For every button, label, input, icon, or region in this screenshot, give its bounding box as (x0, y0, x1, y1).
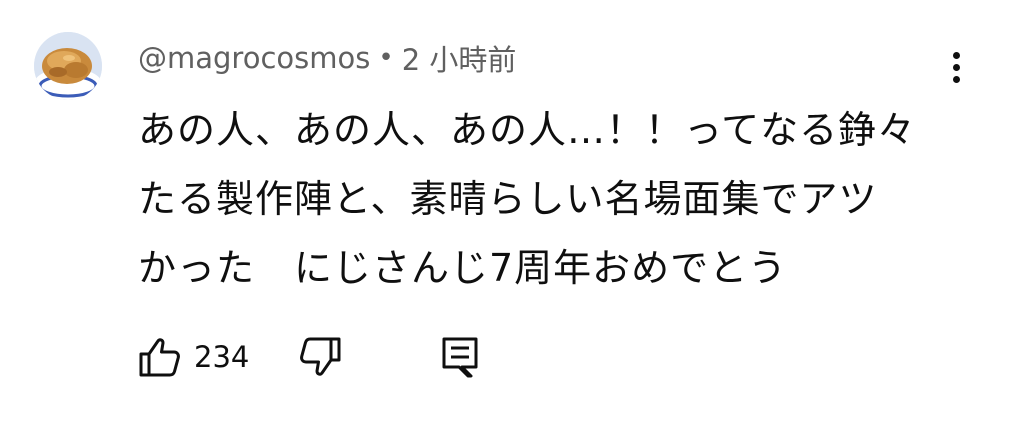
avatar-image (34, 32, 102, 100)
thumbs-down-icon (300, 337, 341, 376)
reply-button[interactable] (440, 332, 480, 382)
comment-item: @magrocosmos • 2 小時前 あの人、あの人、あの人…！！ってなる錚… (0, 0, 1024, 438)
comment-time[interactable]: 2 小時前 (402, 37, 517, 79)
author-name[interactable]: @magrocosmos (138, 41, 370, 75)
header-separator: • (378, 43, 394, 73)
more-vertical-icon[interactable] (938, 42, 974, 92)
comment-actions: 234 (138, 332, 938, 382)
comment-text: あの人、あの人、あの人…！！ってなる錚々 たる製作陣と、素晴らしい名場面集でアツ… (138, 108, 917, 290)
like-count: 234 (194, 340, 250, 374)
reply-comment-icon (442, 337, 478, 378)
avatar[interactable] (34, 32, 102, 100)
comment-header: @magrocosmos • 2 小時前 (138, 38, 516, 78)
like-button[interactable]: 234 (138, 332, 249, 382)
dislike-button[interactable] (298, 332, 342, 382)
thumbs-up-icon (139, 338, 180, 377)
